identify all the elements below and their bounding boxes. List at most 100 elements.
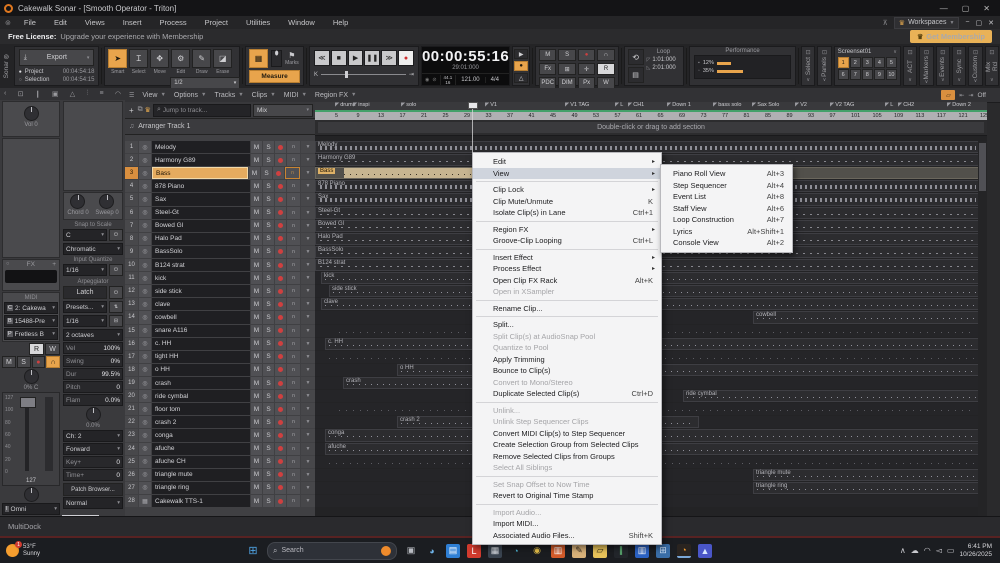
record-arm-button[interactable]	[275, 390, 286, 402]
transport-slider[interactable]: K⇥	[314, 71, 414, 78]
pause-button[interactable]: ❚❚	[364, 50, 380, 66]
menu-item-associated-audio-files-[interactable]: Associated Audio Files...Shift+K	[473, 530, 661, 542]
submenu-item-event-list[interactable]: Event ListAlt+8	[661, 191, 792, 203]
record-arm-button[interactable]	[275, 403, 286, 415]
track-row-8[interactable]: 8◎Halo PadMS∩▼	[125, 233, 315, 245]
input-echo-button[interactable]: ∩	[287, 180, 300, 192]
direction-dropdown[interactable]: Forward▾	[63, 443, 123, 455]
menu-insert[interactable]: Insert	[114, 18, 151, 27]
mute-button[interactable]: M	[251, 207, 262, 219]
solo-button[interactable]: S	[263, 429, 274, 441]
track-row-17[interactable]: 17◎tight HHMS∩▼	[125, 351, 315, 363]
vmodule-act[interactable]: ⊡ACT∨	[903, 46, 917, 86]
copilot-icon[interactable]: ◕	[425, 544, 439, 558]
track-row-19[interactable]: 19◎crashMS∩▼	[125, 377, 315, 389]
vmodule-mix-rcl[interactable]: ⊡Mix Rcl∨	[985, 46, 999, 86]
submenu-item-loop-construction[interactable]: Loop ConstructionAlt+7	[661, 214, 792, 226]
mute-button[interactable]: M	[251, 259, 262, 271]
mute-button[interactable]: M	[251, 325, 262, 337]
pan-knob[interactable]	[24, 369, 39, 384]
read-automation-button[interactable]: R	[597, 63, 614, 75]
track-row-26[interactable]: 26◎triangle muteMS∩▼	[125, 469, 315, 481]
track-expand-chevron[interactable]: ▼	[301, 390, 315, 402]
write-automation-button[interactable]: W	[45, 343, 60, 355]
channel-dropdown[interactable]: Ch: 2▾	[63, 430, 123, 442]
patch-browser-button[interactable]: Patch Browser...	[63, 483, 123, 496]
inspector-tool-icon-4[interactable]: △	[70, 90, 75, 98]
duplicate-icon[interactable]: ⧉	[138, 106, 143, 114]
track-row-5[interactable]: 5◎SaxMS∩▼	[125, 193, 315, 205]
input-echo-button[interactable]: ∩	[287, 154, 300, 166]
input-echo-button[interactable]: ∩	[287, 469, 300, 481]
add-track-button[interactable]: +	[127, 106, 136, 115]
arp-shape-knob[interactable]	[86, 407, 101, 422]
input-echo-button[interactable]: ∩	[287, 456, 300, 468]
input-echo-button[interactable]: ∩	[287, 259, 300, 271]
record-arm-button[interactable]	[275, 141, 286, 153]
mute-button[interactable]: M	[251, 180, 262, 192]
slider-thumb[interactable]	[345, 71, 348, 78]
solo-button[interactable]: S	[261, 167, 272, 179]
screenset-9[interactable]: 9	[874, 69, 885, 80]
track-expand-chevron[interactable]: ▼	[301, 207, 315, 219]
volume-icon[interactable]: ◅	[936, 546, 942, 555]
child-minimize-button[interactable]: −	[965, 19, 969, 26]
trim-knob[interactable]	[24, 487, 39, 502]
fx-button[interactable]: Fx	[539, 63, 556, 75]
input-echo-button[interactable]: ∩	[597, 49, 614, 61]
clip-triangle-ring[interactable]: triangle ring⟳	[753, 482, 985, 494]
gain-knob[interactable]	[24, 106, 39, 121]
now-time-handle[interactable]	[468, 102, 478, 109]
input-echo-button[interactable]: ∩	[287, 272, 300, 284]
track-row-18[interactable]: 18◎o HHMS∩▼	[125, 364, 315, 376]
taskbar-clock[interactable]: 6:41 PM10/26/2025	[959, 543, 992, 559]
tvmenu-clips[interactable]: Clips▼	[252, 92, 276, 99]
track-expand-chevron[interactable]: ▼	[301, 495, 315, 507]
menu-item-insert-effect[interactable]: Insert Effect▸	[473, 252, 661, 264]
track-row-22[interactable]: 22◎crash 2MS∩▼	[125, 416, 315, 428]
arranger-track-row[interactable]: ♫Arranger Track 1	[125, 119, 315, 135]
arp-power-button[interactable]: ⏻	[109, 286, 123, 299]
track-row-25[interactable]: 25◎afuche CHMS∩▼	[125, 456, 315, 468]
maximize-button[interactable]: ▢	[962, 4, 970, 13]
inspector-tool-icon-3[interactable]: ▣	[52, 90, 59, 98]
loop-end-row[interactable]: ◺2:01:000	[647, 65, 681, 71]
time-offset-field[interactable]: Time+0	[63, 469, 123, 481]
solo-button[interactable]: S	[558, 49, 575, 61]
jump-to-track-input[interactable]: ⌕Jump to track...	[153, 104, 251, 117]
menu-item-apply-trimming[interactable]: Apply Trimming	[473, 354, 661, 366]
track-expand-chevron[interactable]: ▼	[301, 298, 315, 310]
input-echo-button[interactable]: ∩	[287, 429, 300, 441]
input-echo-button[interactable]: ∩	[287, 403, 300, 415]
taskview-icon[interactable]: ▣	[404, 544, 418, 558]
mute-button[interactable]: M	[251, 220, 262, 232]
arp-latch-button[interactable]: Latch	[63, 286, 107, 299]
menu-item-isolate-clip-s-in-lane[interactable]: Isolate Clip(s) in LaneCtrl+1	[473, 207, 661, 219]
marker-v2[interactable]: ◤V2	[795, 102, 807, 108]
record-arm-button[interactable]	[275, 259, 286, 271]
solo-button[interactable]: S	[263, 285, 274, 297]
solo-button[interactable]: S	[263, 403, 274, 415]
snap-scale-power-button[interactable]: ⏻	[109, 229, 123, 241]
track-row-24[interactable]: 24◎afucheMS∩▼	[125, 443, 315, 455]
read-automation-button[interactable]: R	[29, 343, 44, 355]
submenu-item-step-sequencer[interactable]: Step SequencerAlt+4	[661, 180, 792, 192]
solo-button[interactable]: S	[263, 456, 274, 468]
track-expand-chevron[interactable]: ▼	[301, 482, 315, 494]
record-arm-button[interactable]	[275, 220, 286, 232]
track-expand-chevron[interactable]: ▼	[301, 403, 315, 415]
marker-v1-tag[interactable]: ◤V1 TAG	[565, 102, 589, 108]
record-arm-button[interactable]	[275, 272, 286, 284]
export-project-row[interactable]: ●Project00:04:54:18	[19, 69, 95, 75]
track-row-28[interactable]: 28▦Cakewalk TTS-1MS∩▼	[125, 495, 315, 507]
record-arm-button[interactable]	[275, 416, 286, 428]
fader-thumb[interactable]	[20, 397, 36, 408]
track-row-14[interactable]: 14◎cowbellMS∩▼	[125, 311, 315, 323]
track-expand-chevron[interactable]: ▼	[301, 443, 315, 455]
menu-item-region-fx[interactable]: Region FX▸	[473, 224, 661, 236]
submenu-item-console-view[interactable]: Console ViewAlt+2	[661, 237, 792, 249]
track-expand-chevron[interactable]: ▼	[301, 456, 315, 468]
solo-button[interactable]: S	[263, 364, 274, 376]
track-row-12[interactable]: 12◎side stickMS∩▼	[125, 285, 315, 297]
input-echo-button[interactable]: ∩	[287, 364, 300, 376]
